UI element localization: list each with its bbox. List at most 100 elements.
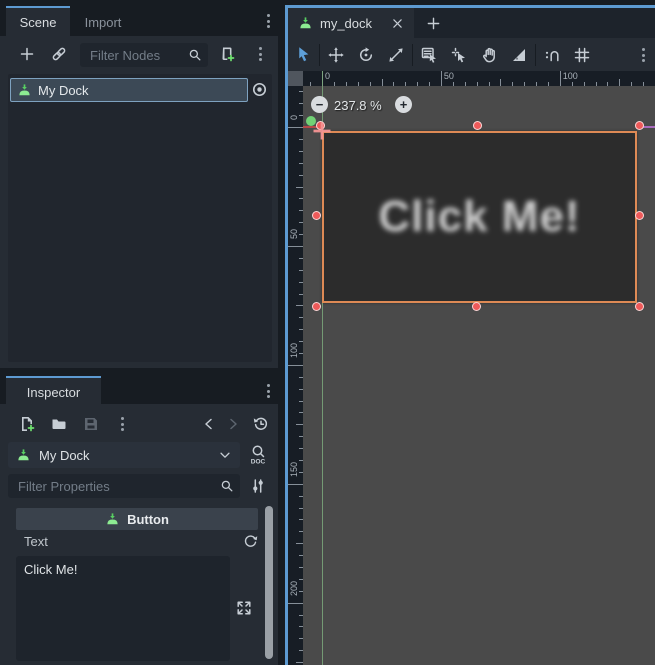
text-property-editor[interactable]: Click Me! xyxy=(16,556,230,661)
load-resource-button[interactable] xyxy=(46,410,72,438)
selection-handle[interactable] xyxy=(635,302,644,311)
inspector-dock-menu-icon[interactable] xyxy=(260,381,276,401)
zoom-in-button[interactable]: + xyxy=(395,96,412,113)
pivot-crosshair-icon[interactable] xyxy=(310,119,334,143)
ruler-label: 100 xyxy=(290,343,299,358)
filter-properties-input[interactable] xyxy=(16,478,220,495)
history-icon xyxy=(253,416,269,432)
button-node-icon xyxy=(16,448,31,463)
ruler-tick xyxy=(288,127,303,128)
revert-icon[interactable] xyxy=(243,534,258,549)
tree-row-my-dock[interactable]: My Dock xyxy=(10,78,248,102)
link-icon xyxy=(51,46,67,62)
close-icon[interactable] xyxy=(391,17,404,30)
ruler-tick xyxy=(288,246,303,247)
history-button[interactable] xyxy=(248,410,274,438)
filter-nodes-box[interactable] xyxy=(80,43,208,67)
search-icon xyxy=(220,479,234,493)
ruler-corner xyxy=(288,71,303,86)
category-header-button[interactable]: Button xyxy=(16,508,258,530)
ruler-label: 0 xyxy=(290,115,299,120)
attach-script-icon xyxy=(219,46,235,62)
scale-mode-button[interactable] xyxy=(381,38,411,71)
node-selector[interactable]: My Dock xyxy=(8,442,240,468)
button-node-icon xyxy=(17,83,32,98)
scene-tree: My Dock xyxy=(8,74,272,362)
filter-nodes-input[interactable] xyxy=(88,47,188,64)
selection-handle[interactable] xyxy=(472,302,481,311)
ruler-tick xyxy=(288,365,303,366)
visibility-toggle[interactable] xyxy=(251,81,268,98)
chevron-right-icon xyxy=(225,416,241,432)
zoom-out-button[interactable]: − xyxy=(311,96,328,113)
move-mode-button[interactable] xyxy=(321,38,351,71)
tab-import-label: Import xyxy=(85,15,122,30)
inspector-scrollbar[interactable] xyxy=(265,506,273,659)
new-resource-button[interactable] xyxy=(14,410,40,438)
ruler-label: 100 xyxy=(563,72,578,81)
ruler-label: 0 xyxy=(325,72,330,81)
save-resource-button[interactable] xyxy=(78,410,104,438)
history-forward-button[interactable] xyxy=(220,410,246,438)
ruler-tick xyxy=(296,424,303,425)
tab-inspector[interactable]: Inspector xyxy=(6,376,101,406)
ruler-icon xyxy=(511,47,527,63)
expand-text-button[interactable] xyxy=(236,600,252,616)
ruler-tick xyxy=(296,662,303,663)
filter-properties-box[interactable] xyxy=(8,474,240,498)
selection-handle[interactable] xyxy=(635,121,644,130)
ruler-label: 150 xyxy=(290,462,299,477)
snap-options-menu-icon[interactable] xyxy=(635,45,651,65)
smart-snap-button[interactable] xyxy=(537,38,567,71)
property-tools-button[interactable] xyxy=(250,478,266,494)
ruler-tick xyxy=(296,305,303,306)
selection-handle[interactable] xyxy=(312,211,321,220)
ruler-tick xyxy=(296,187,303,188)
scene-tab-my-dock[interactable]: my_dock xyxy=(288,8,414,38)
pixel-select-button[interactable] xyxy=(444,38,474,71)
open-docs-button[interactable]: DOC xyxy=(248,444,268,466)
list-select-icon xyxy=(421,47,437,63)
new-scene-tab-button[interactable] xyxy=(420,10,446,36)
selection-handle[interactable] xyxy=(312,302,321,311)
scene-dock: Scene Import xyxy=(0,0,278,368)
select-mode-button[interactable] xyxy=(288,38,318,71)
list-select-button[interactable] xyxy=(414,38,444,71)
add-node-button[interactable] xyxy=(14,40,40,68)
pixel-select-icon xyxy=(451,47,467,63)
tree-node-label: My Dock xyxy=(38,83,89,98)
pan-mode-button[interactable] xyxy=(474,38,504,71)
magnet-icon xyxy=(544,47,560,63)
history-back-button[interactable] xyxy=(196,410,222,438)
resource-menu-icon[interactable] xyxy=(114,414,130,434)
node-selector-label: My Dock xyxy=(39,448,210,463)
new-resource-icon xyxy=(19,416,35,432)
selection-handle[interactable] xyxy=(473,121,482,130)
add-node-icon xyxy=(19,46,35,62)
tab-import[interactable]: Import xyxy=(70,8,136,36)
rotate-icon xyxy=(358,47,374,63)
property-row-text: Text xyxy=(16,530,258,552)
scene-toolbar-menu-icon[interactable] xyxy=(252,44,268,64)
select-arrow-icon xyxy=(295,46,312,63)
tab-scene[interactable]: Scene xyxy=(6,6,70,36)
ruler-tick xyxy=(296,543,303,544)
ruler-mode-button[interactable] xyxy=(504,38,534,71)
ruler-tick xyxy=(560,71,561,86)
canvas-toolbar xyxy=(288,38,655,72)
scale-icon xyxy=(388,47,404,63)
pan-hand-icon xyxy=(481,47,497,63)
ruler-label: 200 xyxy=(290,581,299,596)
tab-inspector-label: Inspector xyxy=(27,385,80,400)
grid-snap-button[interactable] xyxy=(567,38,597,71)
selection-handle[interactable] xyxy=(635,211,644,220)
expand-icon xyxy=(236,600,252,616)
scene-dock-menu-icon[interactable] xyxy=(260,11,276,31)
eye-icon xyxy=(251,81,268,98)
rotate-mode-button[interactable] xyxy=(351,38,381,71)
instance-scene-button[interactable] xyxy=(46,40,72,68)
zoom-percent[interactable]: 237.8 % xyxy=(334,98,382,113)
search-icon xyxy=(188,48,202,62)
button-node-icon xyxy=(298,16,313,31)
attach-script-button[interactable] xyxy=(214,40,240,68)
